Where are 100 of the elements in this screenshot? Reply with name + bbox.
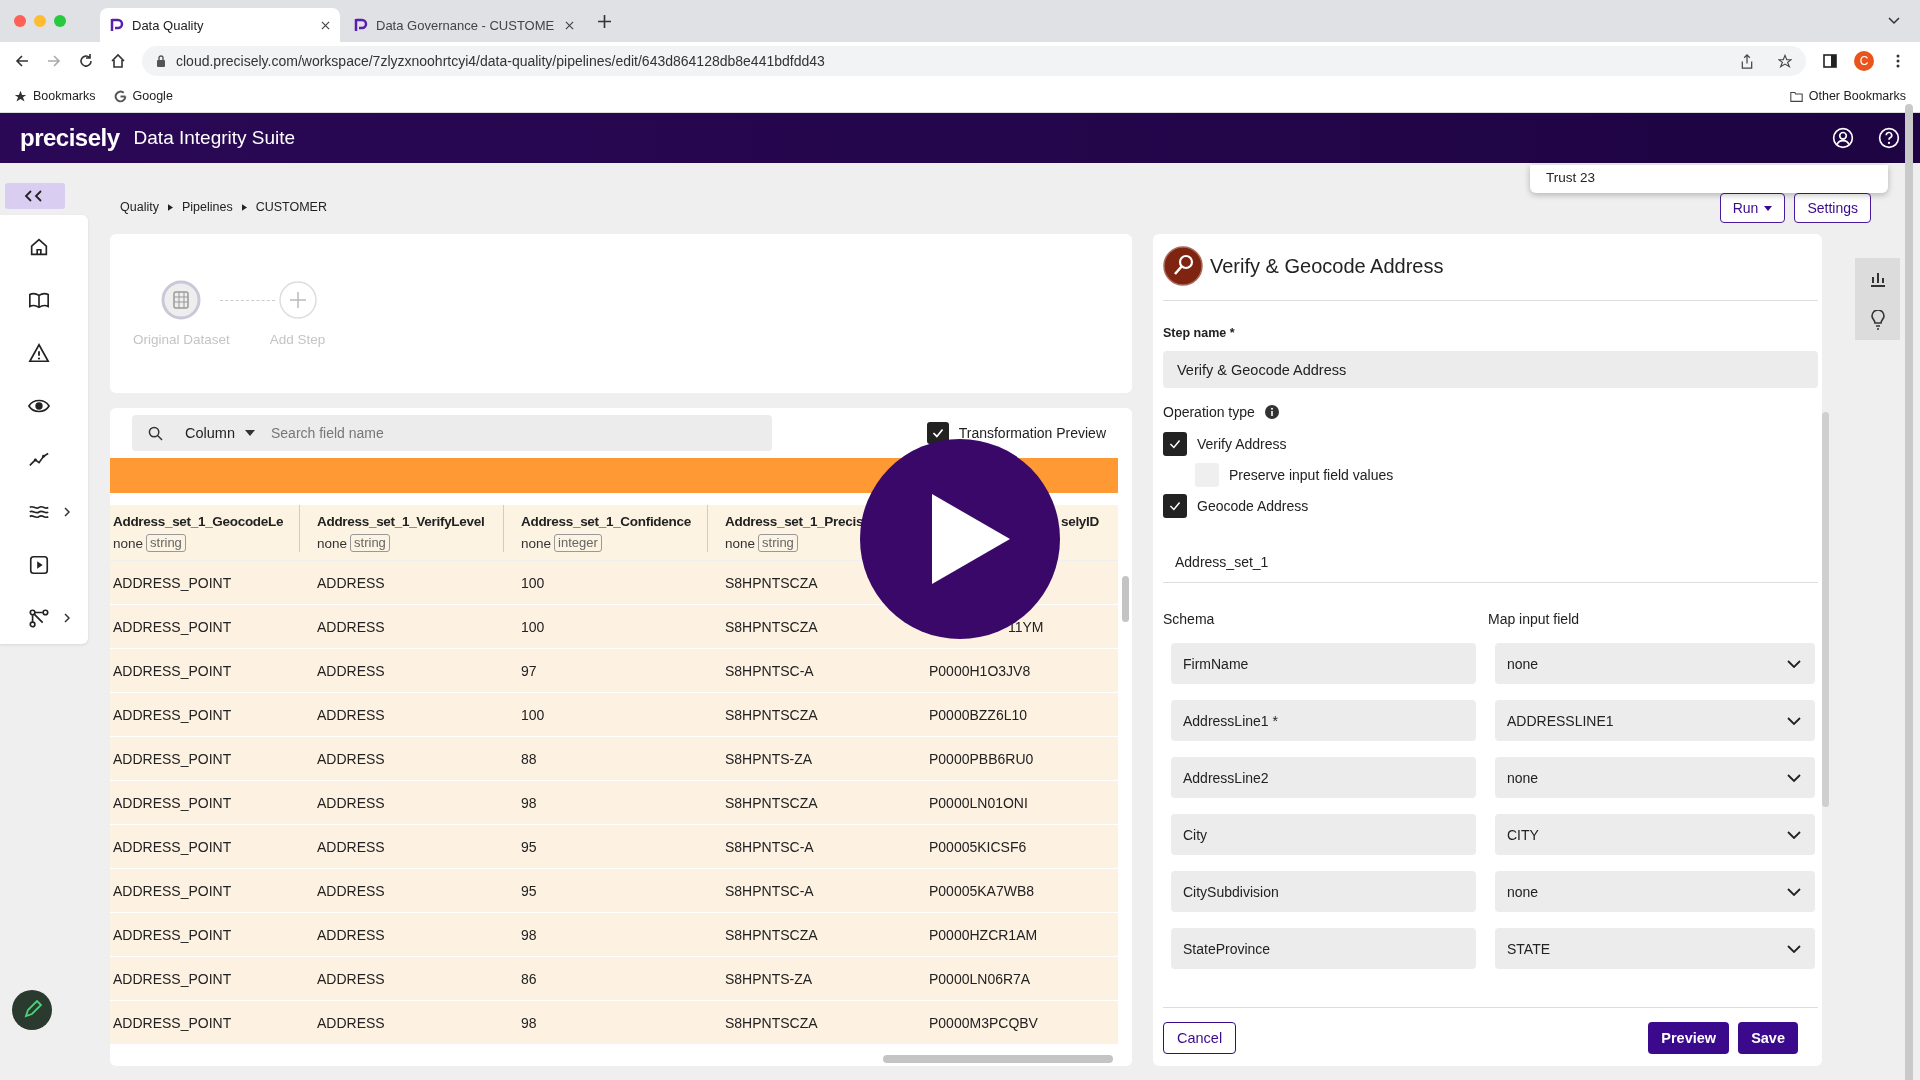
chevron-right-icon[interactable] bbox=[64, 507, 70, 517]
home-icon[interactable] bbox=[110, 53, 126, 69]
table-cell-text: P0000HZCR1AM bbox=[928, 926, 1039, 943]
input-field-select[interactable]: STATE bbox=[1495, 928, 1815, 969]
browser-tab[interactable]: Data Governance - CUSTOME bbox=[344, 8, 584, 42]
field-label: Operation type bbox=[1163, 404, 1255, 420]
chevron-down-icon bbox=[1787, 659, 1801, 668]
back-icon[interactable] bbox=[14, 53, 30, 69]
network-icon[interactable] bbox=[28, 607, 50, 629]
checkbox[interactable] bbox=[1163, 494, 1187, 518]
scrollbar-thumb[interactable] bbox=[1905, 104, 1913, 1080]
table-cell-text: 97 bbox=[520, 662, 538, 679]
breadcrumb-link[interactable]: Pipelines bbox=[181, 200, 233, 214]
chevron-down-icon[interactable] bbox=[1888, 17, 1900, 25]
input-field-select[interactable]: none bbox=[1495, 643, 1815, 684]
table-cell-text: ADDRESS bbox=[316, 662, 386, 679]
column-header[interactable]: Address_set_1_GeocodeLe bbox=[113, 514, 284, 529]
scrollbar-thumb[interactable] bbox=[1822, 412, 1829, 807]
table-cell-text: S8HPNTSC-A bbox=[724, 838, 815, 855]
table-cell-text: 11YM bbox=[1007, 618, 1045, 635]
star-icon bbox=[14, 89, 27, 103]
sidebar-icon[interactable] bbox=[1822, 53, 1838, 69]
primary-button[interactable]: Save bbox=[1738, 1022, 1798, 1054]
column-source: none bbox=[725, 535, 756, 551]
column-header[interactable]: Address_set_1_Confidence bbox=[521, 514, 691, 529]
settings-button[interactable]: Settings bbox=[1794, 193, 1871, 223]
new-tab-icon[interactable] bbox=[598, 14, 611, 28]
scrollbar-thumb[interactable] bbox=[1122, 576, 1129, 622]
close-icon[interactable] bbox=[321, 20, 330, 30]
input-field-select[interactable]: ADDRESSLINE1 bbox=[1495, 700, 1815, 741]
help-icon[interactable] bbox=[1878, 127, 1900, 149]
column-source: none bbox=[521, 535, 552, 551]
bookmark-link[interactable]: Google bbox=[113, 89, 173, 103]
table-node-icon[interactable] bbox=[161, 280, 202, 320]
checkbox-label: Verify Address bbox=[1197, 436, 1287, 452]
scrollbar-thumb[interactable] bbox=[883, 1055, 1113, 1063]
bookmark-link[interactable]: Bookmarks bbox=[14, 89, 96, 103]
run-dropdown-button[interactable]: Run bbox=[1719, 193, 1786, 223]
lock-icon bbox=[156, 55, 166, 67]
checkbox-label: Transformation Preview bbox=[958, 425, 1106, 441]
breadcrumb-link[interactable]: Quality bbox=[120, 200, 159, 214]
share-icon[interactable] bbox=[1740, 53, 1754, 69]
bookmark-link[interactable]: Other Bookmarks bbox=[1789, 89, 1906, 103]
table-cell-text: S8HPNTS-ZA bbox=[724, 970, 814, 987]
table-cell-text: S8HPNTSCZA bbox=[724, 1014, 819, 1031]
home-icon[interactable] bbox=[28, 236, 50, 258]
checkbox[interactable] bbox=[1163, 432, 1187, 456]
schema-field: CitySubdivision bbox=[1171, 871, 1476, 912]
chevron-right-icon bbox=[241, 203, 247, 211]
column-header[interactable]: Address_set_1_VerifyLevel bbox=[317, 514, 485, 529]
schema-field: City bbox=[1171, 814, 1476, 855]
collapse-icon[interactable] bbox=[5, 183, 65, 209]
checkbox[interactable] bbox=[926, 422, 949, 444]
column-dropdown[interactable]: Column bbox=[185, 425, 255, 441]
reload-icon[interactable] bbox=[78, 53, 94, 69]
table-cell-text: ADDRESS_POINT bbox=[112, 618, 233, 635]
table-cell-text: S8HPNTSCZA bbox=[724, 706, 819, 723]
input-field-select[interactable]: none bbox=[1495, 757, 1815, 798]
checkbox-label: Preserve input field values bbox=[1229, 467, 1394, 483]
app-logo[interactable]: precisely bbox=[20, 124, 120, 152]
breadcrumb-link[interactable]: CUSTOMER bbox=[255, 200, 327, 214]
search-field[interactable]: Column Search field name bbox=[132, 415, 772, 451]
magnifier-icon bbox=[1163, 246, 1203, 286]
chevron-down-icon bbox=[1787, 716, 1801, 725]
account-menu-item[interactable]: Trust 23 bbox=[1530, 165, 1888, 193]
column-header[interactable]: Address_set_1_Precis bbox=[725, 514, 864, 529]
play-icon[interactable] bbox=[28, 554, 50, 576]
star-icon[interactable] bbox=[1778, 53, 1792, 69]
logo-icon bbox=[354, 18, 368, 32]
pencil-icon[interactable] bbox=[12, 990, 52, 1030]
column-header[interactable]: selyID bbox=[1061, 514, 1099, 529]
table-cell-text: P00005KICSF6 bbox=[928, 838, 1028, 855]
table-cell-text: S8HPNTSCZA bbox=[724, 574, 819, 591]
close-icon[interactable] bbox=[565, 20, 574, 30]
table-cell-text: 100 bbox=[520, 618, 546, 635]
caret-icon bbox=[1764, 205, 1773, 211]
table-cell-text: ADDRESS bbox=[316, 926, 386, 943]
folder-icon bbox=[1789, 89, 1803, 103]
address-bar[interactable]: cloud.precisely.com/workspace/7zlyzxnoohrtcyi4/data-quality/pipelines/edit/643d864128db8e441bdfdd43 bbox=[142, 46, 1806, 76]
step-name-field[interactable]: Verify & Geocode Address bbox=[1163, 351, 1818, 388]
output-prefix: Address_set_1 bbox=[1175, 554, 1270, 570]
chevron-right-icon[interactable] bbox=[64, 613, 70, 623]
play-button[interactable] bbox=[860, 439, 1060, 639]
table-cell-text: 95 bbox=[520, 838, 538, 855]
table-cell-text: ADDRESS_POINT bbox=[112, 882, 233, 899]
profile-avatar[interactable]: C bbox=[1854, 51, 1874, 71]
user-icon[interactable] bbox=[1832, 127, 1854, 149]
search-icon[interactable] bbox=[148, 425, 163, 441]
cancel-button[interactable]: Cancel bbox=[1163, 1022, 1237, 1054]
checkbox-label: Geocode Address bbox=[1197, 498, 1309, 514]
panel-title: Verify & Geocode Address bbox=[1210, 254, 1444, 278]
info-icon[interactable] bbox=[1264, 405, 1279, 419]
chevron-down-icon bbox=[1787, 830, 1801, 839]
input-field-select[interactable]: CITY bbox=[1495, 814, 1815, 855]
input-field-select[interactable]: none bbox=[1495, 871, 1815, 912]
field-label: Step name * bbox=[1163, 326, 1236, 340]
table-cell-text: S8HPNTS-ZA bbox=[724, 750, 814, 767]
primary-button[interactable]: Preview bbox=[1648, 1022, 1730, 1054]
warning-icon[interactable] bbox=[28, 342, 50, 364]
browser-tab[interactable]: Data Quality bbox=[100, 8, 340, 42]
